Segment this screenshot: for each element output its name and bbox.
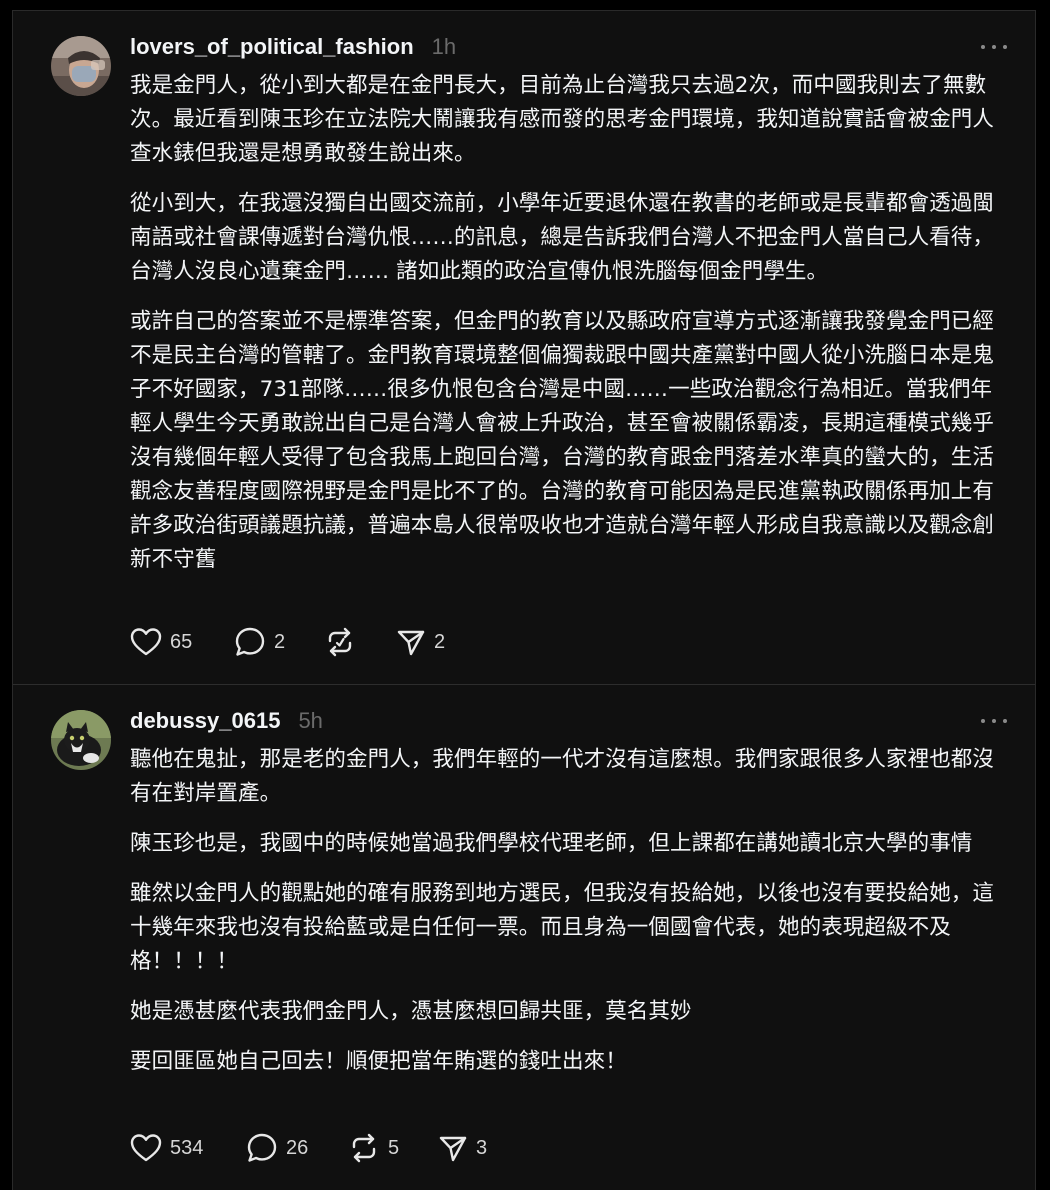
- heart-icon: [130, 628, 162, 656]
- post-paragraph: 聽他在鬼扯，那是老的金門人，我們年輕的一代才沒有這麼想。我們家跟很多人家裡也都沒…: [130, 747, 995, 806]
- post-1: lovers_of_political_fashion 1h 我是金門人，從小到…: [13, 11, 1035, 685]
- post-paragraph: 要回匪區她自己回去！順便把當年賄選的錢吐出來！: [130, 1049, 627, 1074]
- post-header: lovers_of_political_fashion 1h: [130, 32, 1007, 62]
- heart-icon: [130, 1134, 162, 1162]
- post-paragraph: 從小到大，在我還沒獨自出國交流前，小學年近要退休還在教書的老師或是長輩都會透過閩…: [130, 191, 995, 284]
- action-bar: 65 2 2: [130, 625, 445, 659]
- user-avatar-photo-icon: [51, 36, 111, 96]
- avatar[interactable]: [51, 710, 111, 770]
- repost-button[interactable]: 5: [348, 1132, 438, 1164]
- username[interactable]: debussy_0615: [130, 708, 280, 734]
- comment-icon: [247, 1133, 277, 1162]
- share-count: 2: [434, 630, 446, 653]
- post-header: debussy_0615 5h: [130, 706, 1007, 736]
- avatar[interactable]: [51, 36, 111, 96]
- reply-button[interactable]: 2: [234, 626, 324, 658]
- post-paragraph: 她是憑甚麼代表我們金門人，憑甚麼想回歸共匪，莫名其妙: [130, 999, 692, 1024]
- reply-button[interactable]: 26: [246, 1132, 348, 1164]
- like-count: 65: [170, 630, 193, 653]
- thread-panel: lovers_of_political_fashion 1h 我是金門人，從小到…: [12, 10, 1036, 1190]
- post-body: 我是金門人，從小到大都是在金門長大，目前為止台灣我只去過2次，而中國我則去了無數…: [130, 69, 996, 593]
- repost-icon: [352, 1133, 376, 1163]
- timestamp: 5h: [298, 708, 323, 733]
- action-bar: 534 26 5 3: [130, 1131, 487, 1165]
- more-dots-icon[interactable]: [981, 711, 1007, 731]
- like-count: 534: [170, 1136, 204, 1159]
- send-icon: [439, 1136, 467, 1162]
- post-paragraph: 陳玉珍也是，我國中的時候她當過我們學校代理老師，但上課都在講她讀北京大學的事情: [130, 831, 973, 856]
- post-paragraph: 或許自己的答案並不是標準答案，但金門的教育以及縣政府宣導方式逐漸讓我發覺金門已經…: [130, 309, 995, 572]
- reply-count: 2: [274, 630, 286, 653]
- post-paragraph: 雖然以金門人的觀點她的確有服務到地方選民，但我沒有投給她，以後也沒有要投給她，這…: [130, 881, 995, 974]
- like-button[interactable]: 534: [130, 1133, 246, 1163]
- comment-icon: [235, 627, 265, 656]
- cat-avatar-photo-icon: [51, 710, 111, 770]
- repost-button[interactable]: [324, 626, 396, 658]
- reply-count: 26: [286, 1136, 309, 1159]
- like-button[interactable]: 65: [130, 627, 234, 657]
- share-button[interactable]: 3: [438, 1133, 487, 1163]
- post-body: 聽他在鬼扯，那是老的金門人，我們年輕的一代才沒有這麼想。我們家跟很多人家裡也都沒…: [130, 743, 996, 1095]
- username[interactable]: lovers_of_political_fashion: [130, 34, 414, 60]
- post-paragraph: 我是金門人，從小到大都是在金門長大，目前為止台灣我只去過2次，而中國我則去了無數…: [130, 73, 995, 166]
- share-button[interactable]: 2: [396, 627, 445, 657]
- send-icon: [397, 630, 425, 656]
- repost-count: 5: [388, 1136, 400, 1159]
- share-count: 3: [476, 1136, 488, 1159]
- post-2: debussy_0615 5h 聽他在鬼扯，那是老的金門人，我們年輕的一代才沒有…: [13, 685, 1035, 1190]
- repost-icon: [328, 627, 352, 657]
- timestamp: 1h: [431, 34, 457, 59]
- more-dots-icon[interactable]: [981, 37, 1007, 57]
